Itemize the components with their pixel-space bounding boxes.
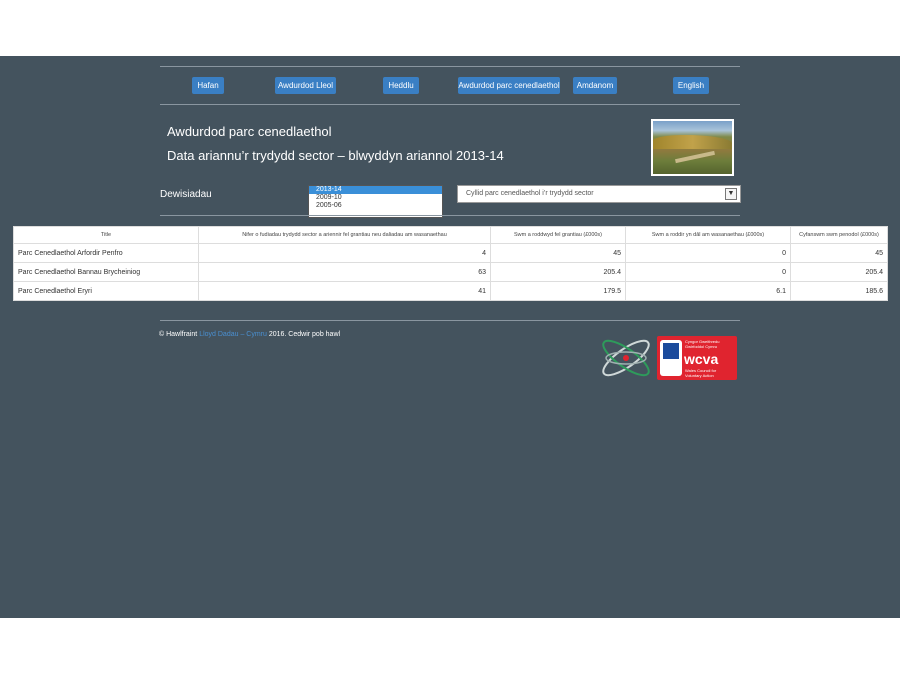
table-cell: 205.4 bbox=[490, 262, 626, 282]
nav-about-button[interactable]: Amdanom bbox=[573, 77, 617, 94]
table-cell: Parc Cenedlaethol Eryri bbox=[13, 281, 199, 301]
table-cell: 45 bbox=[790, 243, 888, 263]
page-subtitle: Data ariannu’r trydydd sector – blwyddyn… bbox=[167, 148, 504, 163]
nav-english-button[interactable]: English bbox=[673, 77, 709, 94]
page-title: Awdurdod parc cenedlaethol bbox=[167, 124, 332, 139]
table-row: Parc Cenedlaethol Arfordir Penfro 4 45 0… bbox=[13, 243, 888, 263]
table-cell: 4 bbox=[198, 243, 491, 263]
table-cell: 205.4 bbox=[790, 262, 888, 282]
table-cell: 185.6 bbox=[790, 281, 888, 301]
table-row: Parc Cenedlaethol Bannau Brycheiniog 63 … bbox=[13, 262, 888, 282]
table-cell: 0 bbox=[625, 262, 791, 282]
photo-hill bbox=[653, 135, 732, 149]
table-cell: 179.5 bbox=[490, 281, 626, 301]
year-option[interactable]: 2005-06 bbox=[309, 202, 442, 210]
table-cell: 63 bbox=[198, 262, 491, 282]
column-header: Nifer o fudiadau trydydd sector a arienn… bbox=[198, 226, 491, 244]
footer-divider bbox=[160, 320, 740, 321]
column-header: Swm a roddir yn dâl am wasanaethau (£000… bbox=[625, 226, 791, 244]
table-cell: 6.1 bbox=[625, 281, 791, 301]
table-cell: Parc Cenedlaethol Bannau Brycheiniog bbox=[13, 262, 199, 282]
nav-national-park-button[interactable]: Awdurdod parc cenedlaethol bbox=[458, 77, 560, 94]
table-row: Parc Cenedlaethol Eryri 41 179.5 6.1 185… bbox=[13, 281, 888, 301]
photo-road bbox=[675, 150, 715, 164]
wcva-wordmark: wcva bbox=[684, 351, 719, 367]
landscape-photo bbox=[651, 119, 734, 176]
column-header: Cyfanswm swm penodol (£000s) bbox=[790, 226, 888, 244]
year-option[interactable]: 2009-10 bbox=[309, 194, 442, 202]
table-cell: Parc Cenedlaethol Arfordir Penfro bbox=[13, 243, 199, 263]
copyright-link[interactable]: Lloyd Dadau – Cymru bbox=[199, 331, 267, 338]
nav-local-authority-button[interactable]: Awdurdod Lleol bbox=[275, 77, 336, 94]
table-cell: 41 bbox=[198, 281, 491, 301]
column-header: Title bbox=[13, 226, 199, 244]
orbit-logo-icon bbox=[602, 339, 650, 377]
wcva-line4: Voluntary Action bbox=[685, 373, 714, 378]
nav-home-button[interactable]: Hafan bbox=[192, 77, 224, 94]
column-header: Swm a roddwyd fel grantiau (£000s) bbox=[490, 226, 626, 244]
copyright-prefix: © Hawlfraint bbox=[159, 331, 198, 338]
options-label: Dewisiadau bbox=[160, 189, 212, 200]
chevron-down-icon[interactable]: ▼ bbox=[725, 188, 737, 200]
year-option[interactable]: 2013-14 bbox=[309, 186, 442, 194]
options-divider bbox=[160, 215, 740, 216]
copyright-text: © Hawlfraint Lloyd Dadau – Cymru 2016. C… bbox=[159, 331, 340, 338]
wcva-logo: Cyngor Gweithredu Gwirfoddol Cymru wcva … bbox=[657, 336, 737, 380]
funding-table: Title Nifer o fudiadau trydydd sector a … bbox=[13, 226, 888, 301]
dataset-select-value: Cyllid parc cenedlaethol i’r trydydd sec… bbox=[466, 190, 594, 197]
top-divider bbox=[160, 66, 740, 67]
table-cell: 45 bbox=[490, 243, 626, 263]
year-listbox[interactable]: 2013-14 2009-10 2005-06 bbox=[308, 185, 443, 218]
nav-police-button[interactable]: Heddlu bbox=[383, 77, 419, 94]
page-background bbox=[0, 56, 900, 618]
wcva-badge-icon bbox=[660, 340, 682, 376]
dataset-select[interactable]: Cyllid parc cenedlaethol i’r trydydd sec… bbox=[457, 185, 741, 203]
copyright-suffix: 2016. Cedwir pob hawl bbox=[268, 331, 341, 338]
table-cell: 0 bbox=[625, 243, 791, 263]
table-header-row: Title Nifer o fudiadau trydydd sector a … bbox=[13, 226, 888, 244]
wcva-line2: Gwirfoddol Cymru bbox=[685, 344, 718, 349]
nav-divider bbox=[160, 104, 740, 105]
